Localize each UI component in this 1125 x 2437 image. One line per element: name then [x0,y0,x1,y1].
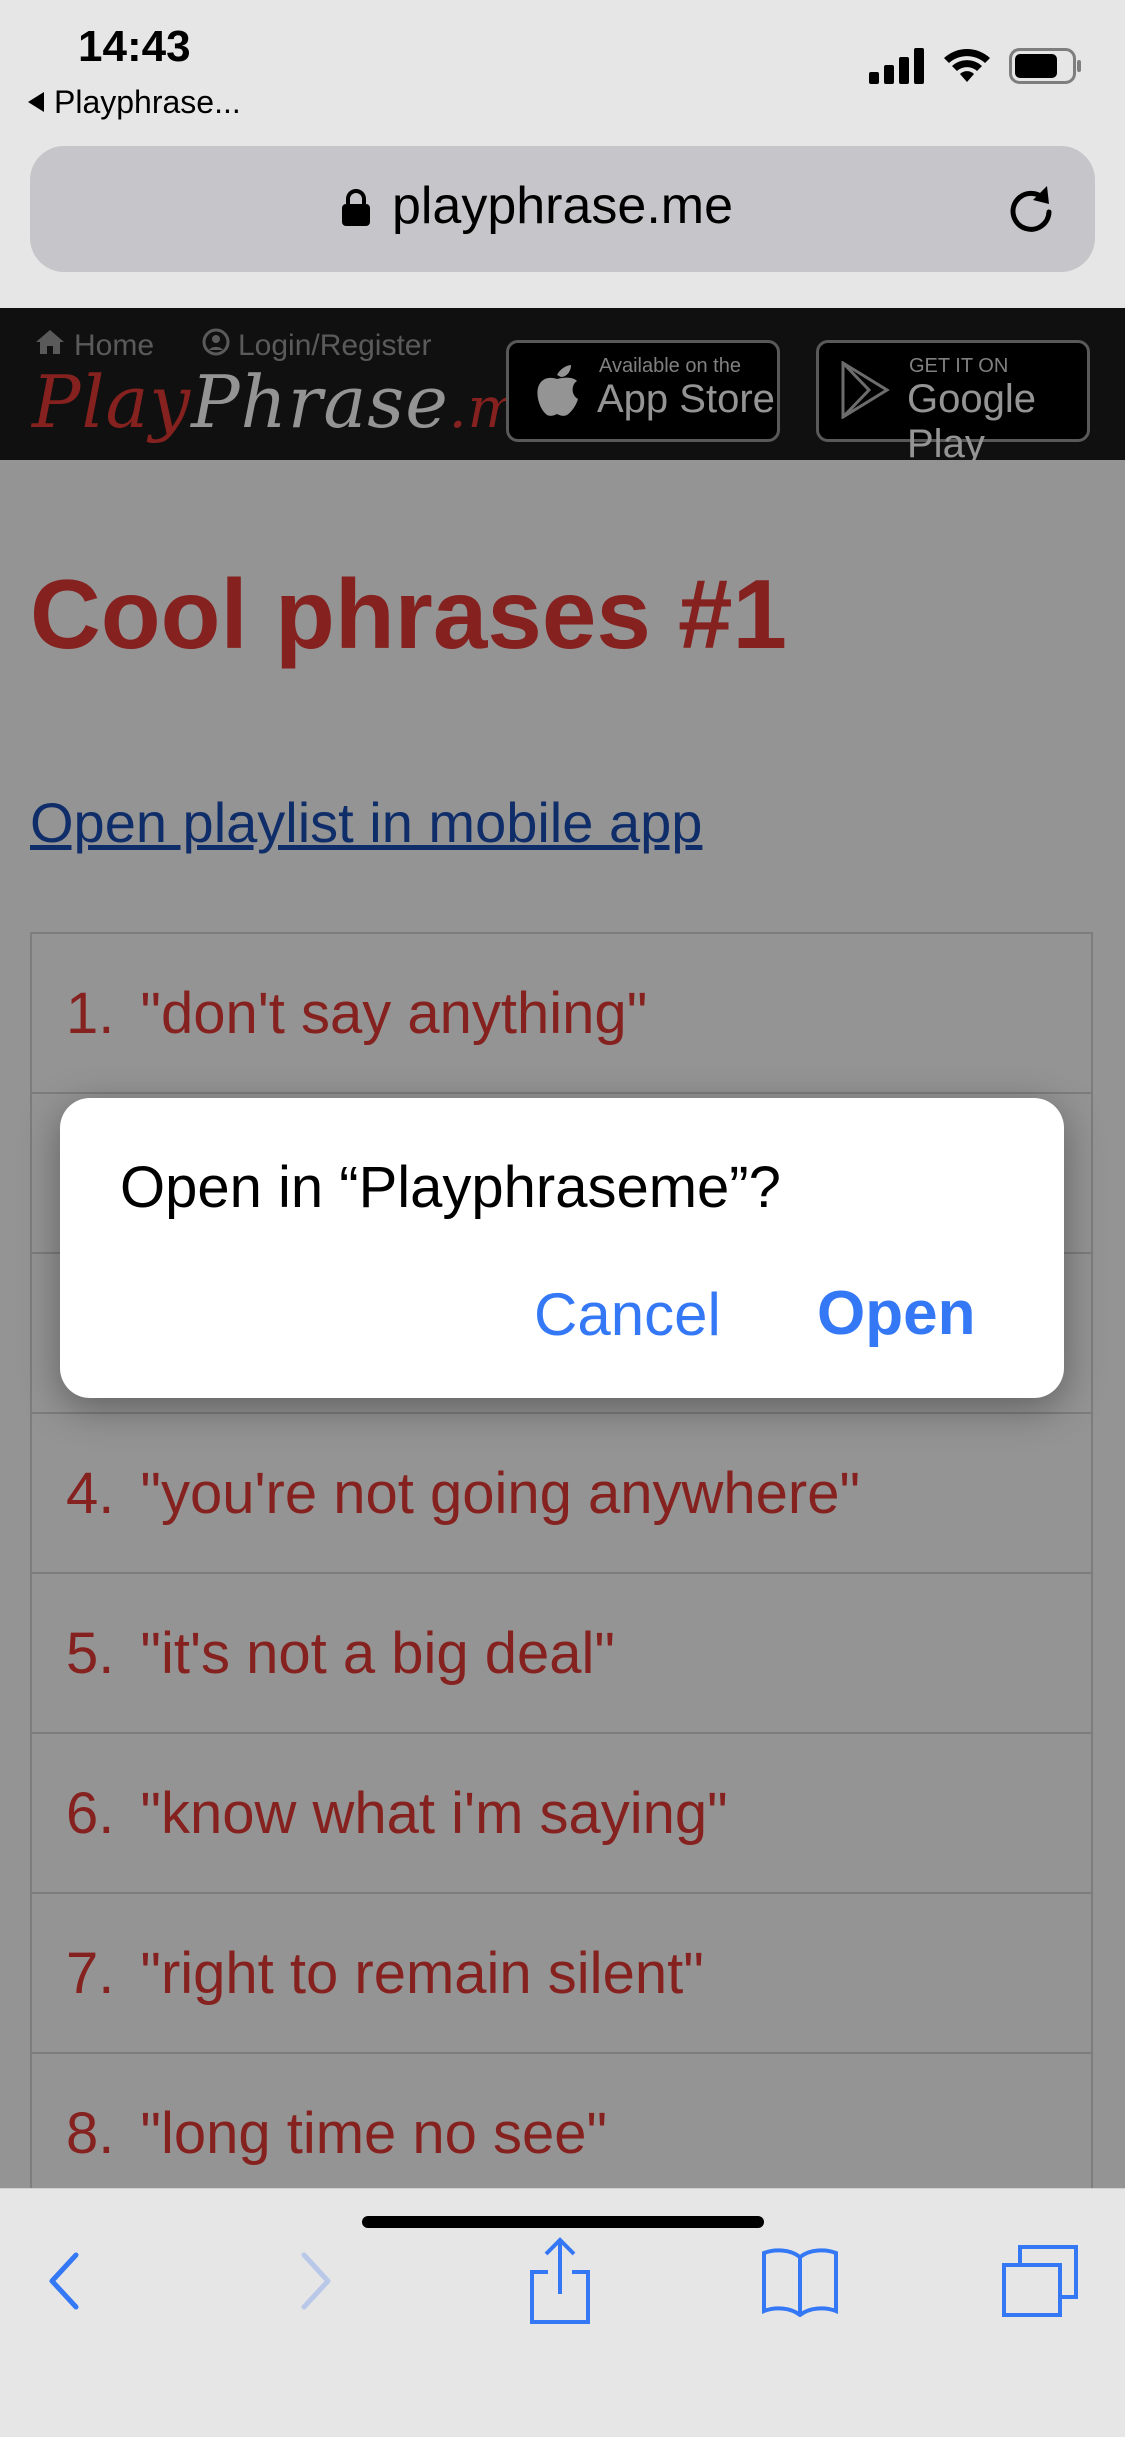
back-to-app-button[interactable]: Playphrase... [26,84,241,121]
tabs-button[interactable] [990,2233,1090,2333]
dialog-message: Open in “Playphraseme”? [120,1155,781,1220]
status-icons [869,48,1083,89]
wifi-icon [943,48,991,89]
status-bar: 14:43 Playphrase... [0,0,1125,140]
chevron-left-icon [44,2251,84,2316]
share-icon [528,2236,592,2331]
back-triangle-icon [26,84,46,121]
book-icon [760,2245,840,2322]
back-button[interactable] [14,2233,114,2333]
reload-icon[interactable] [1001,178,1061,243]
battery-icon [1009,48,1083,89]
bookmarks-button[interactable] [750,2233,850,2333]
share-button[interactable] [510,2233,610,2333]
home-indicator[interactable] [362,2216,764,2228]
tabs-icon [1000,2243,1080,2324]
forward-button[interactable] [266,2233,366,2333]
open-button[interactable]: Open [817,1278,975,1349]
url-text: playphrase.me [391,177,734,235]
address-bar[interactable]: playphrase.me [30,146,1095,272]
open-in-app-dialog: Open in “Playphraseme”? Cancel Open [60,1098,1064,1398]
status-time: 14:43 [78,22,191,71]
cellular-signal-icon [869,48,925,89]
cancel-button[interactable]: Cancel [534,1280,721,1349]
back-app-label: Playphrase... [54,84,241,120]
chevron-right-icon [296,2251,336,2316]
